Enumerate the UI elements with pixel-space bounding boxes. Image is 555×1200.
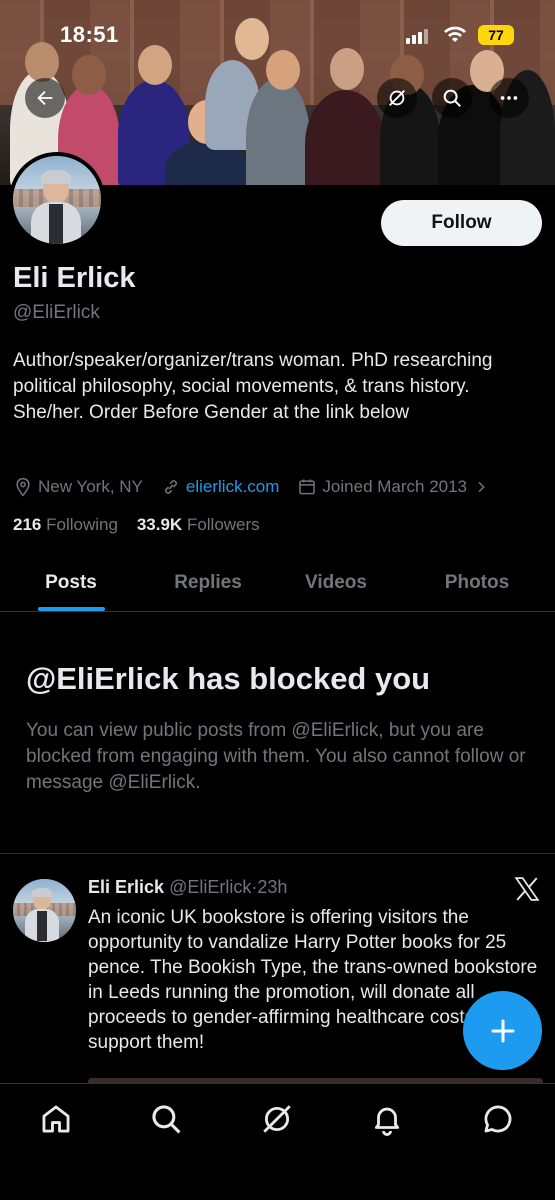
search-button[interactable] [432,78,472,118]
profile-tabs: Posts Replies Videos Photos [0,555,555,612]
bottom-nav [0,1083,555,1200]
grok-icon [389,90,405,106]
followers-count: 33.9K [136,515,183,534]
profile-handle: @EliErlick [13,302,100,323]
location-icon [16,477,30,497]
profile-name: Eli Erlick [13,262,136,294]
tab-posts[interactable]: Posts [13,555,129,611]
x-logo-icon [514,877,540,901]
calendar-icon [299,479,316,495]
search-icon[interactable] [149,1102,183,1136]
grok-icon[interactable] [260,1102,294,1136]
follow-button[interactable]: Follow [381,200,542,246]
status-time: 18:51 [60,22,119,47]
profile-avatar[interactable] [9,152,105,248]
location-item: New York, NY [13,477,143,497]
battery-indicator: 77 [478,25,514,45]
profile-meta: New York, NY elierlick.com Joined March … [13,475,512,499]
profile-stats: 216 Following 33.9K Followers [13,515,260,535]
more-button[interactable] [489,78,529,118]
location-text: New York, NY [38,477,143,496]
following-label: Following [46,515,118,534]
tweet-header: Eli Erlick @EliErlick·23h [88,877,287,898]
tweet-avatar[interactable] [13,879,76,942]
following-count: 216 [13,515,42,534]
blocked-message: You can view public posts from @EliErlic… [26,720,526,793]
tab-videos[interactable]: Videos [278,555,394,611]
joined-text: Joined March 2013 [322,477,468,496]
website-item[interactable]: elierlick.com [161,477,280,497]
tab-photos[interactable]: Photos [419,555,535,611]
wifi-icon [444,26,466,42]
link-icon [164,480,177,494]
messages-icon[interactable] [481,1102,515,1136]
search-icon [443,89,461,107]
tweet-author[interactable]: Eli Erlick [88,877,164,897]
back-arrow-icon [37,90,53,106]
joined-item: Joined March 2013 [297,477,494,497]
followers-link[interactable]: 33.9K Followers [137,515,260,534]
tweet-time: ·23h [251,877,288,897]
home-icon[interactable] [39,1102,73,1136]
active-tab-indicator [38,607,105,611]
plus-icon [491,1019,514,1042]
chevron-right-icon[interactable] [473,479,489,495]
followers-label: Followers [186,515,260,534]
cellular-signal-icon [406,28,428,44]
tweet-handle[interactable]: @EliErlick [169,877,251,897]
tab-replies[interactable]: Replies [150,555,266,611]
blocked-title: @EliErlick has blocked you [26,661,431,696]
status-bar: 18:51 77 [0,0,555,70]
compose-button[interactable] [463,991,542,1070]
following-link[interactable]: 216 Following [13,515,118,534]
more-icon [500,96,518,100]
website-link[interactable]: elierlick.com [186,477,280,497]
profile-bio: Author/speaker/organizer/trans woman. Ph… [13,350,493,423]
grok-button[interactable] [377,78,417,118]
back-button[interactable] [25,78,65,118]
divider [0,853,555,854]
notifications-icon[interactable] [370,1102,404,1136]
